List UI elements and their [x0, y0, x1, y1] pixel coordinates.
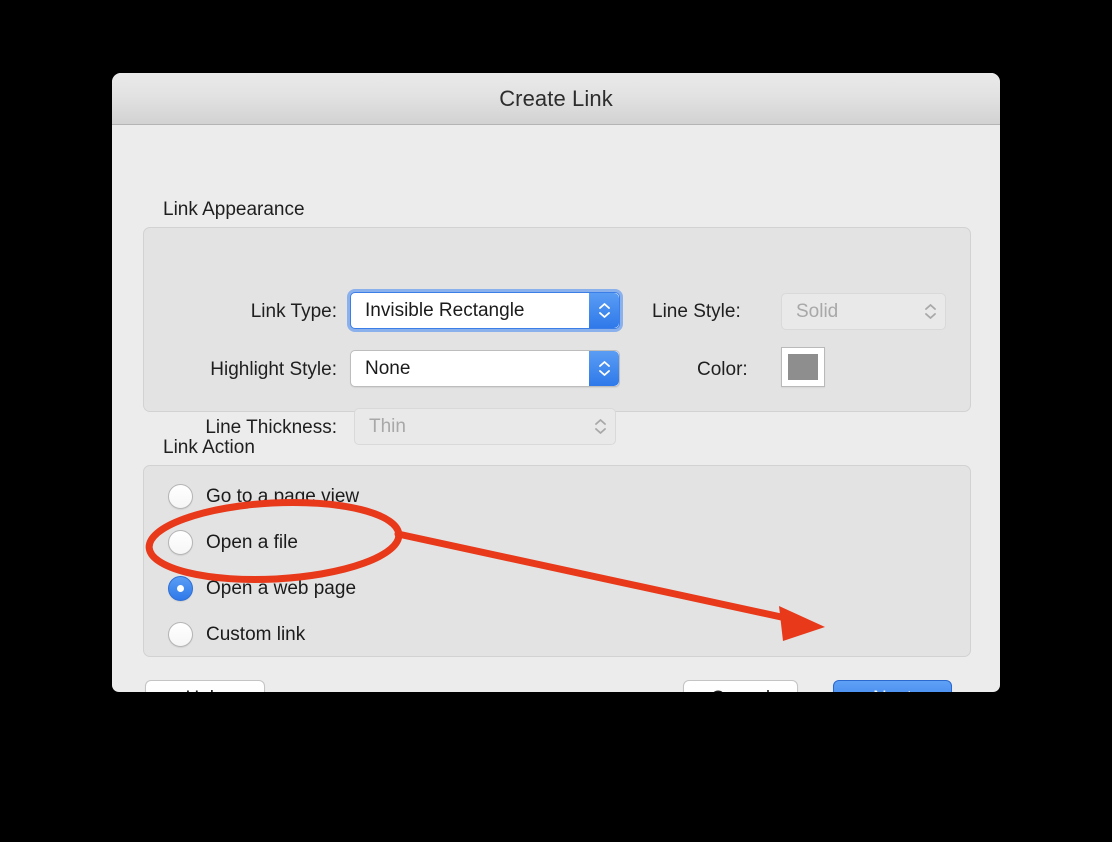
dialog-titlebar: Create Link — [112, 73, 1000, 125]
chevron-down-icon — [594, 428, 606, 434]
radio-go-to-page-view[interactable]: Go to a page view — [168, 484, 359, 509]
link-appearance-group-label: Link Appearance — [163, 199, 305, 220]
color-label: Color: — [697, 359, 748, 380]
radio-button-icon — [168, 530, 193, 555]
line-thickness-value: Thin — [369, 415, 406, 437]
line-style-stepper — [915, 294, 945, 329]
line-style-value: Solid — [796, 300, 839, 322]
chevron-down-icon — [924, 313, 936, 319]
dialog-title: Create Link — [499, 85, 613, 111]
link-appearance-groupbox: Link Type: Invisible Rectangle Highlight… — [143, 227, 971, 445]
link-type-label: Link Type: — [250, 301, 337, 322]
highlight-style-label: Highlight Style: — [210, 359, 337, 380]
radio-button-icon — [168, 484, 193, 509]
radio-label: Open a file — [206, 531, 298, 553]
radio-button-selected-icon — [168, 576, 193, 601]
radio-label: Custom link — [206, 623, 306, 645]
color-swatch — [788, 354, 818, 380]
line-style-label: Line Style: — [652, 301, 741, 322]
highlight-style-value: None — [365, 357, 411, 379]
chevron-up-icon — [598, 361, 610, 367]
chevron-up-icon — [924, 304, 936, 310]
link-type-value: Invisible Rectangle — [365, 299, 525, 321]
highlight-style-stepper[interactable] — [589, 351, 619, 386]
link-action-group-label: Link Action — [163, 437, 255, 458]
chevron-down-icon — [598, 370, 610, 376]
radio-open-a-file[interactable]: Open a file — [168, 530, 298, 555]
line-thickness-popup-button: Thin — [354, 408, 616, 445]
color-well-button[interactable] — [781, 347, 825, 387]
chevron-down-icon — [598, 312, 610, 318]
radio-open-a-web-page[interactable]: Open a web page — [168, 576, 356, 601]
link-type-popup-button[interactable]: Invisible Rectangle — [350, 292, 620, 329]
next-button[interactable]: Next — [833, 680, 952, 692]
chevron-up-icon — [594, 419, 606, 425]
link-type-stepper[interactable] — [589, 293, 619, 328]
radio-custom-link[interactable]: Custom link — [168, 622, 305, 647]
create-link-dialog: Create Link Link Appearance Link Type: I… — [112, 73, 1000, 692]
chevron-up-icon — [598, 303, 610, 309]
link-action-groupbox: Go to a page view Open a file Open a web… — [143, 465, 971, 657]
line-thickness-stepper — [585, 409, 615, 444]
radio-label: Go to a page view — [206, 485, 360, 507]
radio-button-icon — [168, 622, 193, 647]
cancel-button[interactable]: Cancel — [683, 680, 798, 692]
line-thickness-label: Line Thickness: — [205, 417, 337, 438]
help-button[interactable]: Help — [145, 680, 265, 692]
highlight-style-popup-button[interactable]: None — [350, 350, 620, 387]
radio-label: Open a web page — [206, 577, 357, 599]
line-style-popup-button: Solid — [781, 293, 946, 330]
